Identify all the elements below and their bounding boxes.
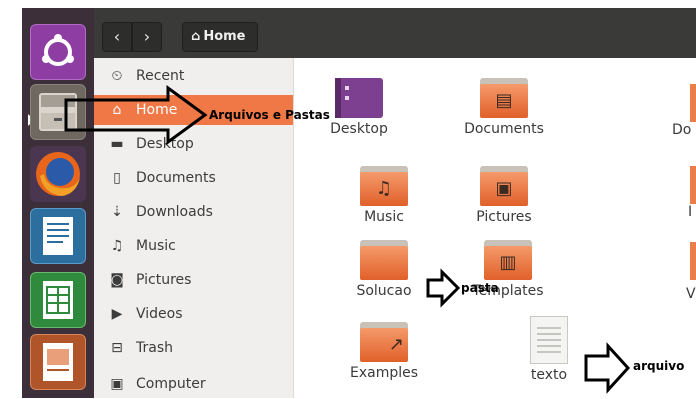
annotation-home-label: Arquivos e Pastas <box>209 108 330 122</box>
annotation-file-label: arquivo <box>633 359 685 373</box>
annotation-layer <box>64 85 631 394</box>
annotation-arrow-home <box>64 85 208 145</box>
annotation-folder-label: pasta <box>461 281 499 295</box>
annotation-arrow-file <box>584 342 631 394</box>
annotation-arrow-folder <box>426 268 461 308</box>
